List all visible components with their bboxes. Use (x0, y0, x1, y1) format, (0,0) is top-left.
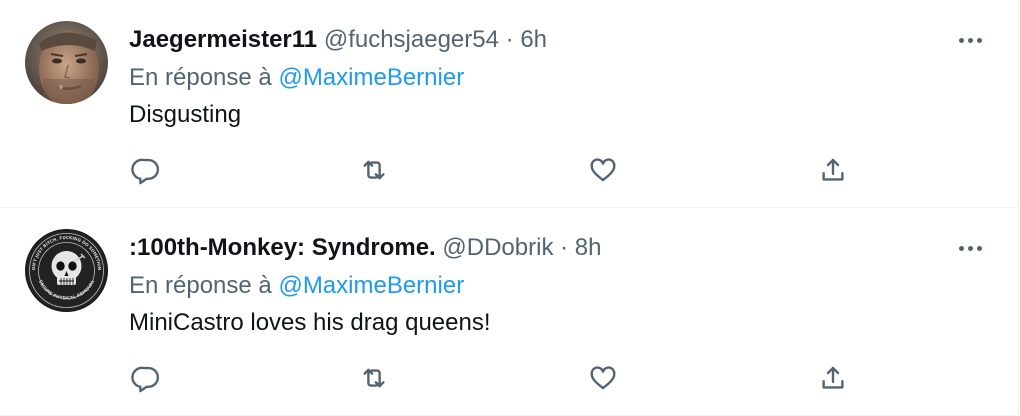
reply-context: En réponse à @MaximeBernier (129, 270, 464, 302)
user-handle[interactable]: @DDobrik (442, 234, 553, 261)
more-options-button[interactable] (950, 22, 990, 58)
timeline-feed: Jaegermeister11 @fuchsjaeger54 · 6h En r… (0, 0, 1019, 416)
display-name[interactable]: Jaegermeister11 (129, 26, 317, 53)
tweet[interactable]: Jaegermeister11 @fuchsjaeger54 · 6h En r… (0, 0, 1018, 208)
like-heart-icon (590, 366, 616, 390)
like-button[interactable] (585, 360, 621, 396)
reply-button[interactable] (128, 360, 164, 396)
tweet-time[interactable]: 8h (575, 234, 602, 261)
retweet-button[interactable] (356, 360, 392, 396)
reply-icon (131, 366, 160, 393)
tweet-time[interactable]: 6h (520, 26, 547, 53)
user-handle[interactable]: @fuchsjaeger54 (324, 26, 499, 53)
like-heart-icon (590, 158, 616, 182)
share-button[interactable] (815, 360, 851, 396)
separator-dot: · (505, 26, 514, 53)
reply-prefix: En réponse à (129, 272, 272, 299)
reply-context: En réponse à @MaximeBernier (129, 62, 464, 94)
tweet[interactable]: DON'T JUST BITCH, FUCKING DO SOMETHING S… (0, 208, 1018, 416)
share-button[interactable] (815, 152, 851, 188)
tweet-actions (0, 360, 1018, 396)
reply-mention-link[interactable]: @MaximeBernier (278, 64, 464, 91)
reply-icon (131, 158, 160, 185)
tweet-text: MiniCastro loves his drag queens! (129, 309, 491, 336)
like-button[interactable] (585, 152, 621, 188)
tweet-text: Disgusting (129, 101, 242, 128)
tweet-header: Jaegermeister11 @fuchsjaeger54 · 6h (129, 24, 928, 56)
share-icon (822, 158, 844, 181)
display-name[interactable]: :100th-Monkey: Syndrome. (129, 234, 436, 261)
retweet-icon (363, 160, 385, 180)
separator-dot: · (560, 234, 569, 261)
tweet-header: :100th-Monkey: Syndrome. @DDobrik · 8h (129, 232, 928, 264)
share-icon (822, 366, 844, 389)
more-horizontal-icon (958, 37, 964, 43)
avatar-photo (25, 21, 108, 104)
retweet-icon (363, 368, 385, 388)
reply-button[interactable] (128, 152, 164, 188)
avatar-skull-emblem: DON'T JUST BITCH, FUCKING DO SOMETHING S… (25, 229, 108, 312)
reply-mention-link[interactable]: @MaximeBernier (278, 272, 464, 299)
reply-prefix: En réponse à (129, 64, 272, 91)
more-options-button[interactable] (950, 230, 990, 266)
avatar[interactable] (25, 21, 108, 104)
tweet-actions (0, 152, 1018, 188)
avatar[interactable]: DON'T JUST BITCH, FUCKING DO SOMETHING S… (25, 229, 108, 312)
more-horizontal-icon (958, 245, 964, 251)
retweet-button[interactable] (356, 152, 392, 188)
